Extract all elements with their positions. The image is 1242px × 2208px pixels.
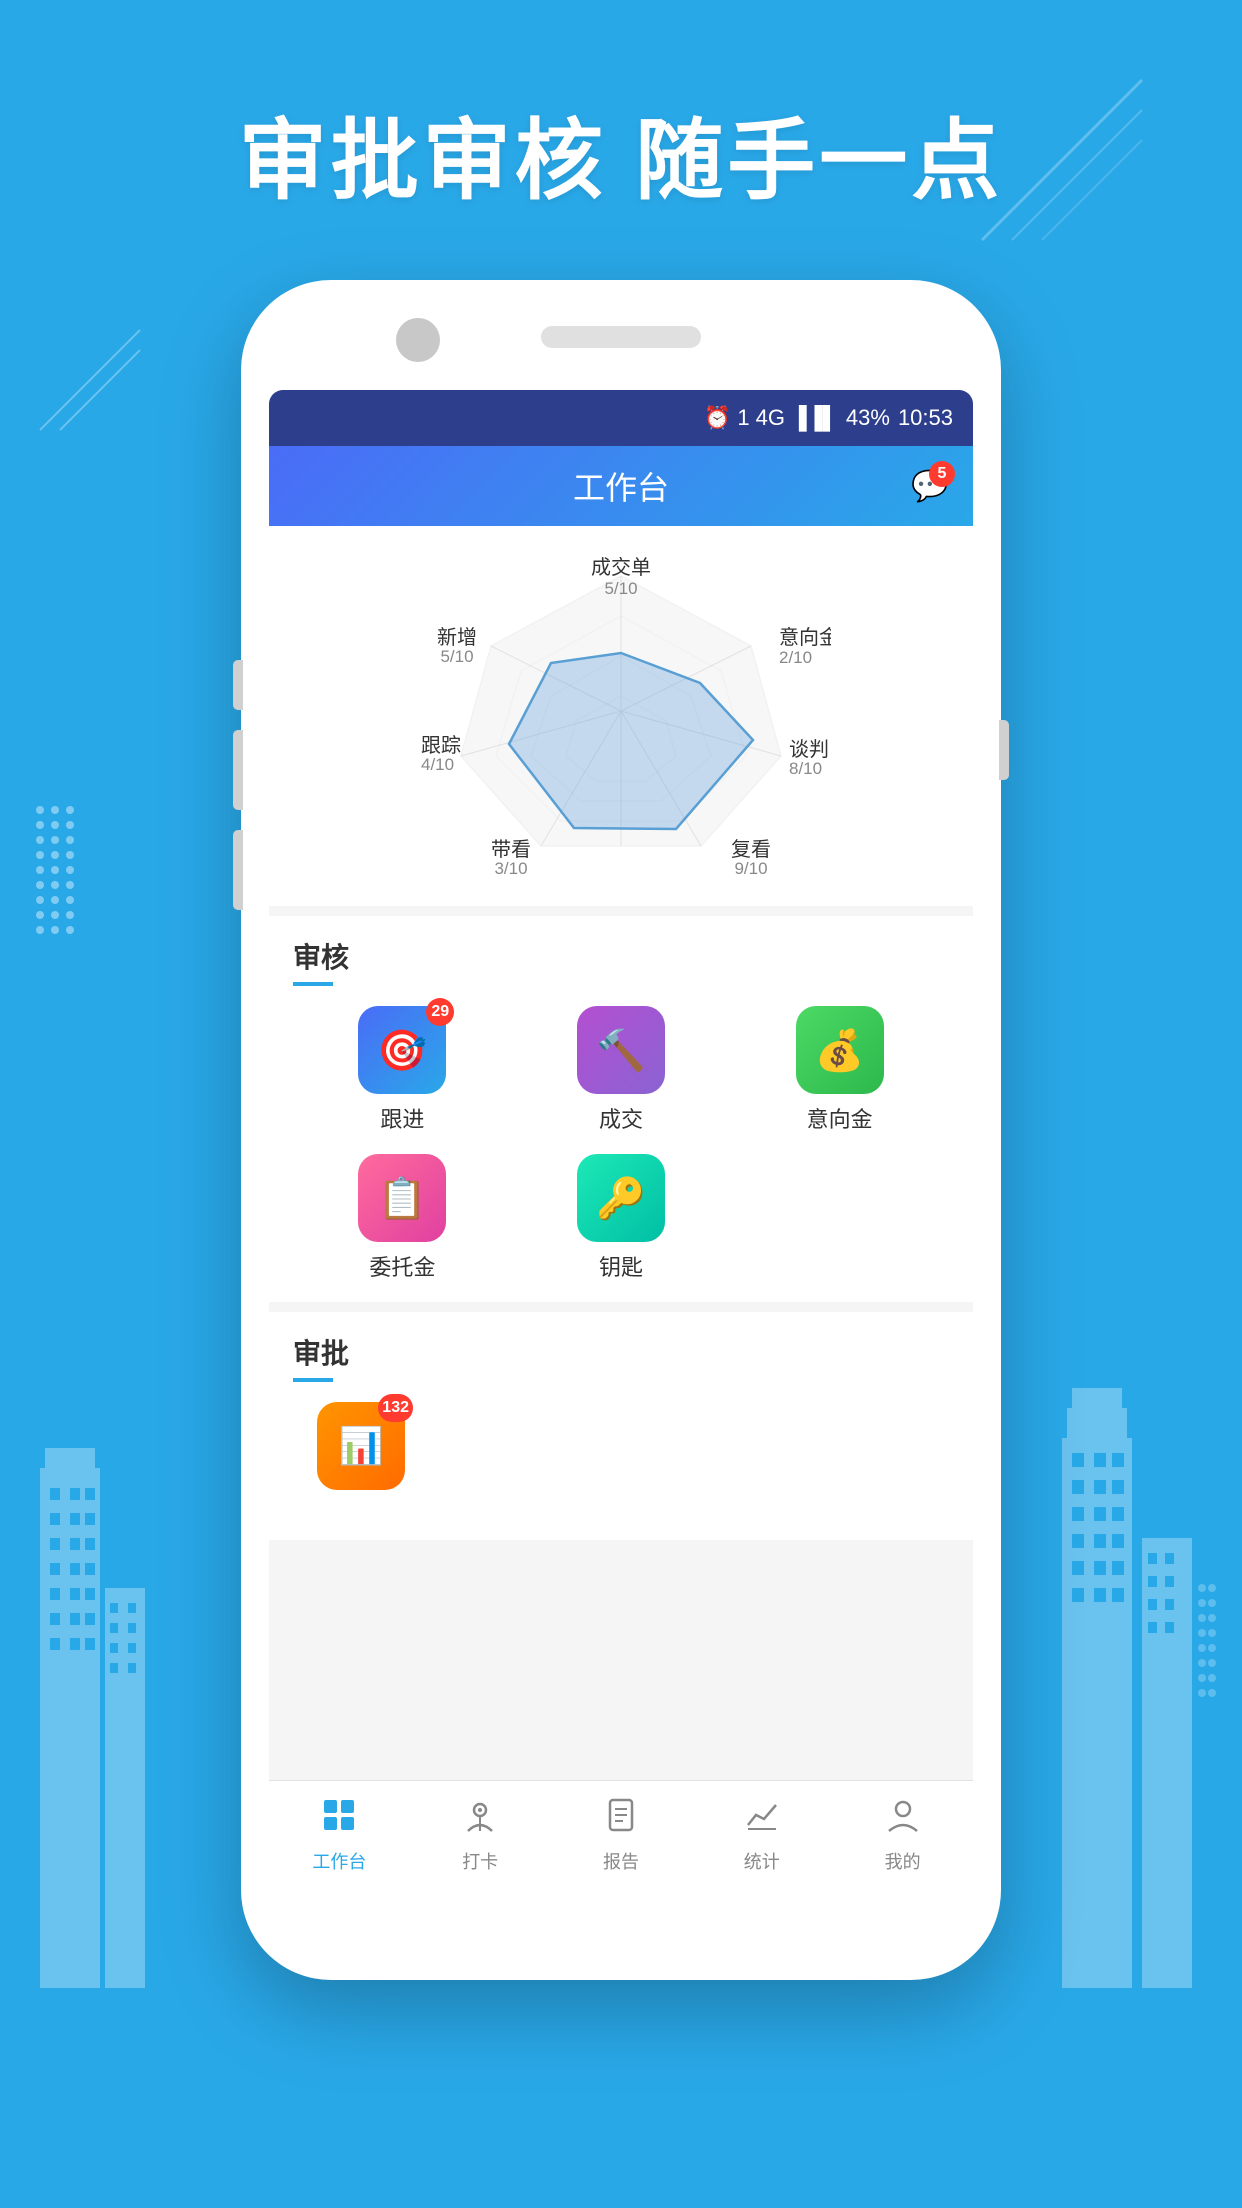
- shenhe-item-weituojin[interactable]: 📋 委托金: [293, 1154, 512, 1282]
- genjin-icon-box: 🎯 29: [358, 1006, 446, 1094]
- nav-item-daka[interactable]: 打卡: [410, 1797, 551, 1874]
- message-button[interactable]: 💬 5: [907, 463, 953, 509]
- shenpi-title: 审批: [293, 1332, 949, 1372]
- yixiangjin-icon-box: 💰: [796, 1006, 884, 1094]
- genjin-badge: 29: [426, 998, 454, 1026]
- message-badge: 5: [929, 461, 955, 487]
- svg-text:9/10: 9/10: [734, 859, 767, 876]
- shenhe-title: 审核: [293, 936, 949, 976]
- shenpi-icon-row: 📊 132: [293, 1402, 949, 1490]
- nav-icon-tongji: [744, 1797, 780, 1842]
- nav-item-baogao[interactable]: 报告: [551, 1797, 692, 1874]
- phone-screen: ⏰ 1 4G ▐▐▌ 43% 10:53 工作台 💬 5: [269, 390, 973, 1890]
- chengjiao-icon: 🔨: [596, 1027, 646, 1074]
- genjin-label: 跟进: [380, 1102, 424, 1134]
- headline-text: 审批审核 随手一点: [0, 90, 1242, 217]
- svg-text:8/10: 8/10: [789, 759, 822, 778]
- yaoshi-icon: 🔑: [596, 1175, 646, 1222]
- yaoshi-icon-box: 🔑: [577, 1154, 665, 1242]
- nav-icon-daka: [462, 1797, 498, 1842]
- side-button-right: [999, 720, 1009, 780]
- app-title: 工作台: [573, 463, 669, 509]
- shenhe-item-genjin[interactable]: 🎯 29 跟进: [293, 1006, 512, 1134]
- radar-chart: 成交单 5/10 意向金 2/10 谈判 8/10 复看 9/10: [411, 556, 831, 876]
- status-icons: ⏰ 1 4G ▐▐▌: [704, 405, 838, 431]
- shenhe-section: 审核 🎯 29 跟进: [269, 916, 973, 1302]
- svg-text:意向金: 意向金: [779, 626, 831, 649]
- yaoshi-label: 钥匙: [599, 1250, 643, 1282]
- genjin-icon: 🎯: [377, 1027, 427, 1074]
- status-time: 10:53: [898, 405, 953, 431]
- svg-text:谈判: 谈判: [789, 738, 829, 761]
- nav-label-baogao: 报告: [603, 1848, 639, 1874]
- shenhe-underline: [293, 982, 333, 986]
- radar-section: 成交单 5/10 意向金 2/10 谈判 8/10 复看 9/10: [269, 526, 973, 906]
- phone-speaker: [541, 326, 701, 348]
- svg-text:5/10: 5/10: [604, 579, 637, 598]
- shenhe-item-chengjiao[interactable]: 🔨 成交: [512, 1006, 731, 1134]
- nav-label-daka: 打卡: [462, 1848, 498, 1874]
- radar-container: 成交单 5/10 意向金 2/10 谈判 8/10 复看 9/10: [279, 546, 963, 886]
- nav-item-wode[interactable]: 我的: [832, 1797, 973, 1874]
- shenhe-item-yixiangjin[interactable]: 💰 意向金: [730, 1006, 949, 1134]
- app-header: 工作台 💬 5: [269, 446, 973, 526]
- phone-camera: [396, 318, 440, 362]
- shenhe-icon-grid: 🎯 29 跟进 🔨 成交: [293, 1006, 949, 1282]
- shenpi-icon: 📊: [339, 1425, 384, 1467]
- yixiangjin-label: 意向金: [807, 1102, 873, 1134]
- svg-text:跟踪: 跟踪: [421, 734, 461, 757]
- bottom-nav: 工作台 打卡: [269, 1780, 973, 1890]
- weituojin-icon-box: 📋: [358, 1154, 446, 1242]
- shenpi-badge: 132: [378, 1394, 413, 1422]
- chengjiao-icon-box: 🔨: [577, 1006, 665, 1094]
- shenpi-underline: [293, 1378, 333, 1382]
- nav-item-tongji[interactable]: 统计: [691, 1797, 832, 1874]
- nav-label-gongzuotai: 工作台: [312, 1848, 366, 1874]
- phone-mockup: ⏰ 1 4G ▐▐▌ 43% 10:53 工作台 💬 5: [241, 280, 1001, 1980]
- side-button-left-3: [233, 830, 243, 910]
- side-button-left-1: [233, 660, 243, 710]
- shenhe-item-yaoshi[interactable]: 🔑 钥匙: [512, 1154, 731, 1282]
- svg-text:2/10: 2/10: [779, 648, 812, 667]
- svg-text:3/10: 3/10: [494, 859, 527, 876]
- svg-text:4/10: 4/10: [421, 755, 454, 774]
- svg-text:新增: 新增: [437, 626, 477, 649]
- nav-icon-wode: [885, 1797, 921, 1842]
- nav-icon-gongzuotai: [321, 1797, 357, 1842]
- nav-label-wode: 我的: [885, 1848, 921, 1874]
- svg-text:成交单: 成交单: [591, 556, 651, 579]
- svg-text:带看: 带看: [491, 838, 531, 861]
- side-button-left-2: [233, 730, 243, 810]
- status-bar: ⏰ 1 4G ▐▐▌ 43% 10:53: [269, 390, 973, 446]
- nav-icon-baogao: [603, 1797, 639, 1842]
- nav-item-gongzuotai[interactable]: 工作台: [269, 1797, 410, 1874]
- shenpi-section: 审批 📊 132: [269, 1312, 973, 1540]
- screen-content[interactable]: 成交单 5/10 意向金 2/10 谈判 8/10 复看 9/10: [269, 526, 973, 1780]
- svg-text:复看: 复看: [731, 838, 771, 861]
- weituojin-icon: 📋: [377, 1175, 427, 1222]
- yixiangjin-icon: 💰: [815, 1027, 865, 1074]
- shenpi-item-1[interactable]: 📊 132: [317, 1402, 405, 1490]
- chengjiao-label: 成交: [599, 1102, 643, 1134]
- battery-text: 43%: [846, 405, 890, 431]
- svg-text:5/10: 5/10: [440, 647, 473, 666]
- nav-label-tongji: 统计: [744, 1848, 780, 1874]
- weituojin-label: 委托金: [369, 1250, 435, 1282]
